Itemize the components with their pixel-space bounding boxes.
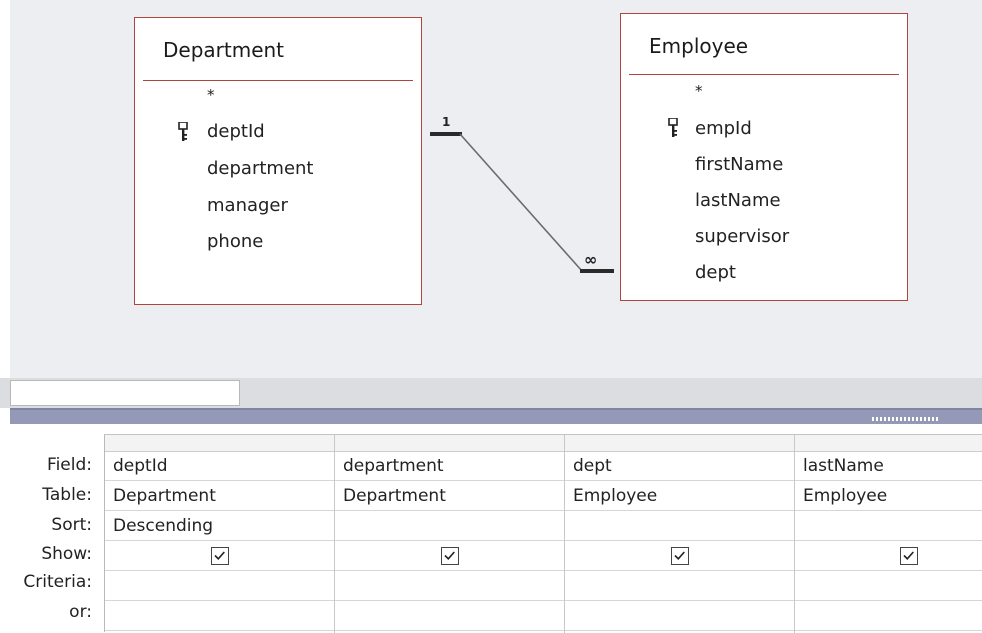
column-selector[interactable] bbox=[565, 435, 794, 452]
grid-column[interactable]: dept Employee bbox=[565, 435, 795, 633]
field-cell[interactable]: dept bbox=[565, 451, 794, 481]
sort-cell[interactable] bbox=[795, 511, 982, 541]
field-cell[interactable]: lastName bbox=[795, 451, 982, 481]
table-cell[interactable]: Department bbox=[105, 481, 334, 511]
or-cell[interactable] bbox=[335, 601, 564, 631]
checkbox-checked-icon[interactable] bbox=[670, 547, 689, 565]
field-cell[interactable]: deptId bbox=[105, 451, 334, 481]
criteria-cell[interactable] bbox=[335, 571, 564, 601]
row-label-show: Show: bbox=[41, 544, 92, 564]
checkbox-checked-icon[interactable] bbox=[210, 547, 229, 565]
relationship-line[interactable]: 1 ∞ bbox=[0, 0, 982, 378]
or-cell[interactable] bbox=[795, 601, 982, 631]
or-cell[interactable] bbox=[565, 601, 794, 631]
relationship-many-label: ∞ bbox=[584, 250, 597, 269]
column-selector[interactable] bbox=[795, 435, 982, 452]
row-label-or: or: bbox=[69, 602, 92, 622]
table-cell[interactable]: Employee bbox=[565, 481, 794, 511]
field-cell[interactable]: department bbox=[335, 451, 564, 481]
splitter-grip-icon[interactable] bbox=[872, 417, 940, 421]
sort-cell[interactable]: Descending bbox=[105, 511, 334, 541]
criteria-cell[interactable] bbox=[565, 571, 794, 601]
table-cell[interactable]: Department bbox=[335, 481, 564, 511]
relationship-one-label: 1 bbox=[442, 115, 450, 129]
row-label-field: Field: bbox=[47, 455, 92, 475]
row-label-criteria: Criteria: bbox=[23, 572, 92, 592]
criteria-cell[interactable] bbox=[795, 571, 982, 601]
sort-cell[interactable] bbox=[335, 511, 564, 541]
show-cell[interactable] bbox=[565, 541, 794, 571]
pane-splitter[interactable] bbox=[10, 408, 982, 424]
checkbox-checked-icon[interactable] bbox=[900, 547, 918, 565]
or-cell[interactable] bbox=[105, 601, 334, 631]
scroll-thumb[interactable] bbox=[10, 380, 240, 406]
row-label-table: Table: bbox=[42, 485, 92, 505]
row-label-sort: Sort: bbox=[51, 515, 92, 535]
query-design-grid[interactable]: deptId Department Descending department … bbox=[104, 434, 982, 633]
show-cell[interactable] bbox=[795, 541, 982, 571]
sort-cell[interactable] bbox=[565, 511, 794, 541]
table-cell[interactable]: Employee bbox=[795, 481, 982, 511]
column-selector[interactable] bbox=[335, 435, 564, 452]
column-selector[interactable] bbox=[105, 435, 334, 452]
grid-column[interactable]: department Department bbox=[335, 435, 565, 633]
show-cell[interactable] bbox=[105, 541, 334, 571]
show-cell[interactable] bbox=[335, 541, 564, 571]
criteria-cell[interactable] bbox=[105, 571, 334, 601]
checkbox-checked-icon[interactable] bbox=[440, 547, 459, 565]
grid-column[interactable]: deptId Department Descending bbox=[105, 435, 335, 633]
grid-column[interactable]: lastName Employee bbox=[795, 435, 982, 633]
